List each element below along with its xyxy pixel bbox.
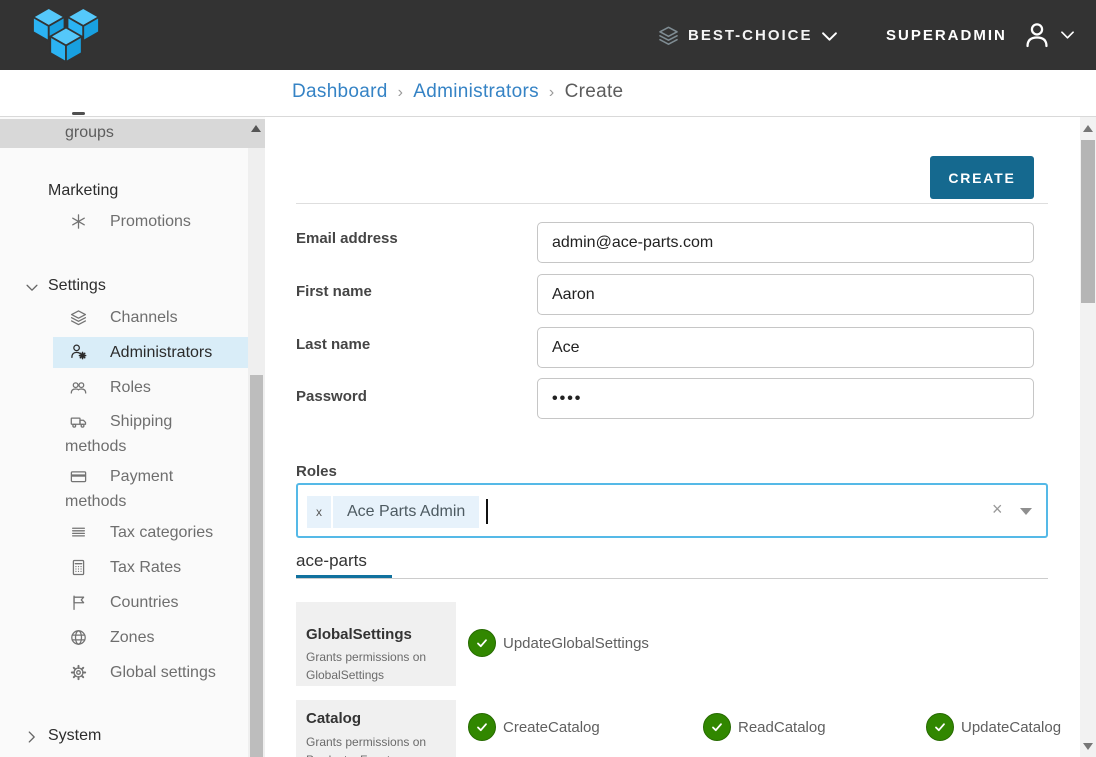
scrollbar-thumb[interactable] [250,375,263,757]
admin-app: BEST-CHOICE SUPERADMIN Dashboard › Adminis… [0,0,1096,757]
sidebar-item-tax-categories[interactable]: Tax categories [65,520,235,545]
sidebar-item-label: groups [65,124,114,142]
permission-label: CreateCatalog [503,719,600,736]
nav-section-system[interactable]: System [48,727,101,745]
divider [296,203,1048,204]
username: SUPERADMIN [886,27,1007,44]
sidebar-item-promotions[interactable]: Promotions [65,209,235,234]
breadcrumb-dashboard[interactable]: Dashboard [292,81,388,102]
tab-ace-parts[interactable]: ace-parts [296,551,367,571]
create-button[interactable]: CREATE [930,156,1034,199]
check-icon [932,719,948,735]
first-name-field[interactable] [537,274,1034,315]
chevron-down-icon [1061,31,1074,39]
sidebar-item-roles[interactable]: Roles [65,375,235,400]
permission-group-catalog: Catalog Grants permissions on Products, … [296,700,456,757]
sidebar-item-customer-groups[interactable]: groups [0,119,265,148]
user-menu[interactable]: SUPERADMIN [886,0,1074,70]
password-field[interactable] [537,378,1034,419]
breadcrumb-bar: Dashboard › Administrators › Create [0,70,1096,117]
scroll-down-button[interactable] [1083,743,1093,750]
text-cursor [486,499,488,524]
scroll-up-button[interactable] [1083,125,1093,132]
password-label: Password [296,388,367,405]
role-chip: Ace Parts Admin [333,496,479,528]
sidebar-scrollbar [248,117,265,757]
email-field[interactable] [537,222,1034,263]
layers-icon [658,25,679,46]
permission-group-globalsettings: GlobalSettings Grants permissions on Glo… [296,602,456,686]
main-content: CREATE Email address First name Last nam… [265,117,1080,757]
email-label: Email address [296,230,398,247]
chip-remove-button[interactable]: x [307,496,331,528]
breadcrumb-administrators[interactable]: Administrators [413,81,539,102]
chevron-right-icon [26,731,38,743]
nav-section-marketing[interactable]: Marketing [48,182,118,200]
check-icon [474,635,490,651]
permission-label: UpdateGlobalSettings [503,635,649,652]
toggle-updateglobalsettings[interactable] [468,629,496,657]
toggle-createcatalog[interactable] [468,713,496,741]
permission-group-title: Catalog [306,710,361,727]
roles-select[interactable]: x Ace Parts Admin × [296,483,1048,538]
user-icon [1023,20,1051,50]
dropdown-caret-icon[interactable] [1020,508,1032,515]
sidebar-item-tax-rates[interactable]: Tax Rates [65,555,235,580]
permission-group-title: GlobalSettings [306,626,412,643]
chevron-down-icon [26,282,38,294]
check-icon [709,719,725,735]
tab-divider [296,578,1048,579]
permission-group-description: Grants permissions on Products, Facets [306,733,448,757]
last-name-label: Last name [296,336,370,353]
toggle-updatecatalog[interactable] [926,713,954,741]
sidebar-item-administrators[interactable]: Administrators [65,340,235,365]
chevron-down-icon [822,32,837,41]
sidebar-item-countries[interactable]: Countries [65,590,235,615]
roles-label: Roles [296,463,337,480]
sidebar-item-payment-methods[interactable]: Payment methods [65,464,235,514]
sidebar-item-global-settings[interactable]: Global settings [65,660,235,685]
main-scrollbar [1080,117,1096,757]
breadcrumb-create: Create [565,81,624,102]
clear-selection-button[interactable]: × [992,499,1003,520]
nav-section-settings[interactable]: Settings [48,277,106,295]
sidebar-item-zones[interactable]: Zones [65,625,235,650]
permission-label: ReadCatalog [738,719,826,736]
breadcrumb: Dashboard › Administrators › Create [292,81,623,103]
vendure-logo[interactable] [28,5,104,65]
toggle-readcatalog[interactable] [703,713,731,741]
users-icon [72,112,85,115]
cube-logo-icon [28,5,104,65]
topbar: BEST-CHOICE SUPERADMIN [0,0,1096,70]
scrollbar-thumb[interactable] [1081,140,1095,303]
permission-label: UpdateCatalog [961,719,1061,736]
first-name-label: First name [296,283,372,300]
breadcrumb-separator: › [549,84,555,101]
permission-group-description: Grants permissions on GlobalSettings [306,648,448,684]
sidebar: groups Marketing Promotions Settings Cha… [0,117,265,757]
sidebar-item-channels[interactable]: Channels [65,305,235,330]
channel-name: BEST-CHOICE [688,27,813,44]
breadcrumb-separator: › [398,84,404,101]
scroll-up-button[interactable] [251,125,261,132]
channel-switcher[interactable]: BEST-CHOICE [658,0,837,70]
check-icon [474,719,490,735]
last-name-field[interactable] [537,327,1034,368]
sidebar-item-shipping-methods[interactable]: Shipping methods [65,409,235,459]
